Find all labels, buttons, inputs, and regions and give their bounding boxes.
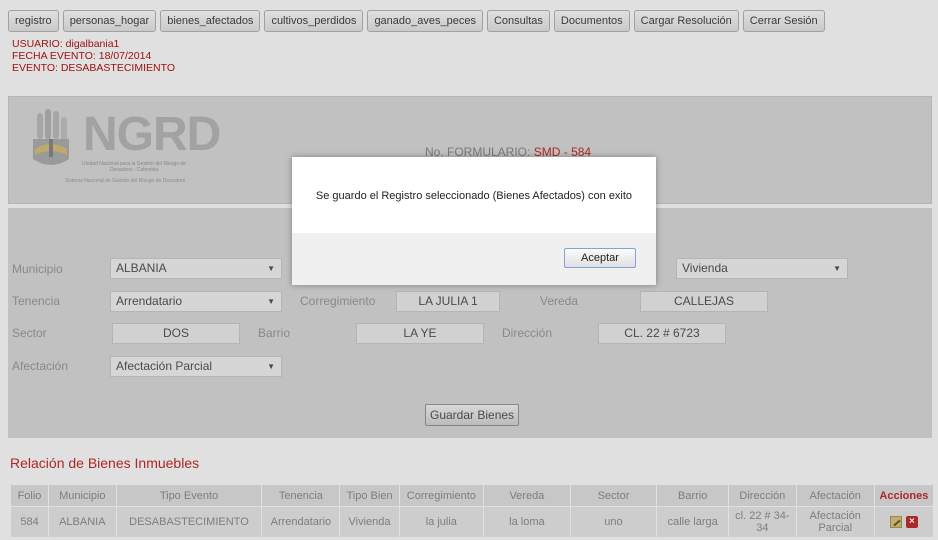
dialog-message: Se guardo el Registro seleccionado (Bien… xyxy=(315,190,633,202)
aceptar-button[interactable]: Aceptar xyxy=(564,248,636,268)
page: registro personas_hogar bienes_afectados… xyxy=(0,0,938,540)
success-dialog: Se guardo el Registro seleccionado (Bien… xyxy=(292,157,656,285)
